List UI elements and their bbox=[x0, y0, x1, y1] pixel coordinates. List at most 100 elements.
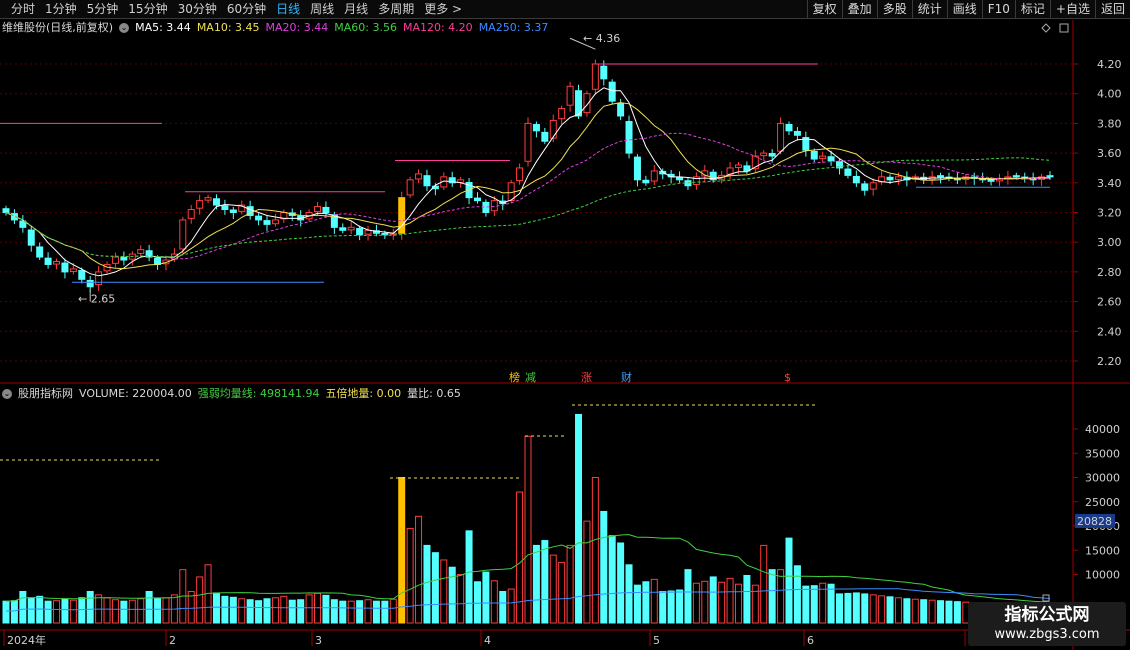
volume-bar bbox=[549, 554, 557, 624]
volume-bar bbox=[389, 598, 397, 624]
tab-2[interactable]: 5分钟 bbox=[82, 0, 124, 19]
volume-bar bbox=[953, 601, 961, 624]
tab-7[interactable]: 周线 bbox=[305, 0, 339, 19]
tab-3[interactable]: 15分钟 bbox=[123, 0, 172, 19]
volume-tick-label: 30000 bbox=[1085, 472, 1120, 485]
volume-bar bbox=[53, 600, 61, 624]
volume-bar bbox=[709, 576, 717, 624]
volume-bar bbox=[583, 520, 591, 624]
date-label: 2024年 bbox=[7, 633, 46, 647]
candle bbox=[633, 156, 641, 181]
candle bbox=[625, 121, 633, 154]
volume-bar bbox=[575, 413, 583, 624]
period-tabs: 分时 1分钟 5分钟 15分钟 30分钟 60分钟 日线 周线 月线 多周期 更多 > bbox=[6, 0, 467, 19]
volume-bar bbox=[61, 598, 69, 624]
event-marker-3: 财 bbox=[621, 371, 632, 384]
period-toolbar: 分时 1分钟 5分钟 15分钟 30分钟 60分钟 日线 周线 月线 多周期 更多 > 复权 叠加 多股… bbox=[0, 0, 1130, 19]
tab-9[interactable]: 多周期 bbox=[373, 0, 419, 19]
candle bbox=[566, 85, 574, 106]
toolbar-button-5[interactable]: F10 bbox=[981, 0, 1015, 19]
volume-bar bbox=[684, 569, 692, 624]
volume-bar bbox=[482, 571, 490, 624]
watermark-url: www.zbgs3.com bbox=[994, 627, 1100, 642]
volume-bar bbox=[103, 597, 111, 624]
candle bbox=[827, 156, 835, 162]
tab-8[interactable]: 月线 bbox=[339, 0, 373, 19]
candle bbox=[852, 175, 860, 184]
tab-6[interactable]: 日线 bbox=[271, 0, 305, 19]
volume-bar bbox=[36, 595, 44, 624]
price-tick-label: 2.40 bbox=[1097, 325, 1122, 338]
candle bbox=[524, 122, 532, 162]
candle bbox=[482, 201, 490, 213]
volume-bar bbox=[381, 600, 389, 624]
price-tick-label: 3.20 bbox=[1097, 207, 1122, 220]
toolbar-button-7[interactable]: +自选 bbox=[1049, 0, 1095, 19]
volume-bar bbox=[642, 581, 650, 624]
volume-bar bbox=[372, 600, 380, 624]
volume-bar bbox=[633, 584, 641, 624]
candle bbox=[2, 208, 10, 214]
volume-bar bbox=[836, 593, 844, 624]
tab-4[interactable]: 30分钟 bbox=[173, 0, 222, 19]
volume-bar bbox=[861, 593, 869, 624]
tab-5[interactable]: 60分钟 bbox=[222, 0, 271, 19]
candle bbox=[120, 256, 128, 261]
price-tick-label: 3.80 bbox=[1097, 117, 1122, 130]
price-tick-label: 2.80 bbox=[1097, 266, 1122, 279]
candle bbox=[1012, 175, 1020, 178]
toolbar-button-1[interactable]: 叠加 bbox=[841, 0, 877, 19]
candle bbox=[516, 167, 524, 182]
volume-bar bbox=[255, 600, 263, 624]
toolbar-button-4[interactable]: 画线 bbox=[946, 0, 982, 19]
volume-bar bbox=[760, 544, 768, 624]
candle bbox=[187, 209, 195, 219]
volume-bar bbox=[802, 585, 810, 624]
volume-bar bbox=[768, 569, 776, 624]
volume-bar bbox=[19, 590, 27, 624]
volume-bar bbox=[473, 581, 481, 624]
volume-chart[interactable]: 4000035000300002500020000150001000020828… bbox=[0, 384, 1130, 650]
toolbar-button-0[interactable]: 复权 bbox=[806, 0, 842, 19]
volume-bar bbox=[692, 582, 700, 624]
candle bbox=[650, 170, 658, 182]
candle bbox=[886, 176, 894, 181]
volume-bar bbox=[827, 583, 835, 624]
toolbar-button-3[interactable]: 统计 bbox=[911, 0, 947, 19]
candle bbox=[255, 215, 263, 221]
candlestick-chart[interactable]: 4.20 4.00 3.80 3.60 3.40 3.20 3.00 2.80 2.60 2.40… bbox=[0, 20, 1130, 384]
candle bbox=[53, 261, 61, 265]
toolbar-button-2[interactable]: 多股 bbox=[876, 0, 912, 19]
volume-bar bbox=[894, 597, 902, 624]
volume-bar bbox=[196, 576, 204, 624]
volume-bar bbox=[852, 592, 860, 624]
volume-bar bbox=[532, 544, 540, 624]
tab-10[interactable]: 更多 > bbox=[419, 0, 467, 19]
volume-bar bbox=[364, 599, 372, 624]
volume-bar bbox=[600, 510, 608, 624]
volume-bar bbox=[137, 598, 145, 624]
candle bbox=[642, 179, 650, 184]
candle bbox=[793, 130, 801, 136]
candle bbox=[36, 246, 44, 258]
candle bbox=[322, 206, 330, 214]
toolbar-button-6[interactable]: 标记 bbox=[1014, 0, 1050, 19]
toolbar-button-8[interactable]: 返回 bbox=[1094, 0, 1130, 19]
volume-bar bbox=[726, 577, 734, 624]
volume-bar bbox=[507, 588, 515, 624]
volume-bar bbox=[743, 574, 751, 624]
tab-1[interactable]: 1分钟 bbox=[40, 0, 82, 19]
price-tick-label: 2.60 bbox=[1097, 296, 1122, 309]
volume-bar bbox=[246, 599, 254, 624]
volume-bar bbox=[221, 595, 229, 624]
candle bbox=[558, 108, 566, 120]
candle bbox=[1046, 175, 1054, 178]
volume-bar bbox=[928, 599, 936, 624]
volume-bar bbox=[229, 596, 237, 624]
volume-bar bbox=[541, 540, 549, 624]
volume-bar bbox=[339, 600, 347, 624]
date-label: 3 bbox=[315, 634, 322, 647]
tab-0[interactable]: 分时 bbox=[6, 0, 40, 19]
volume-bar bbox=[920, 599, 928, 624]
candle bbox=[844, 168, 852, 176]
